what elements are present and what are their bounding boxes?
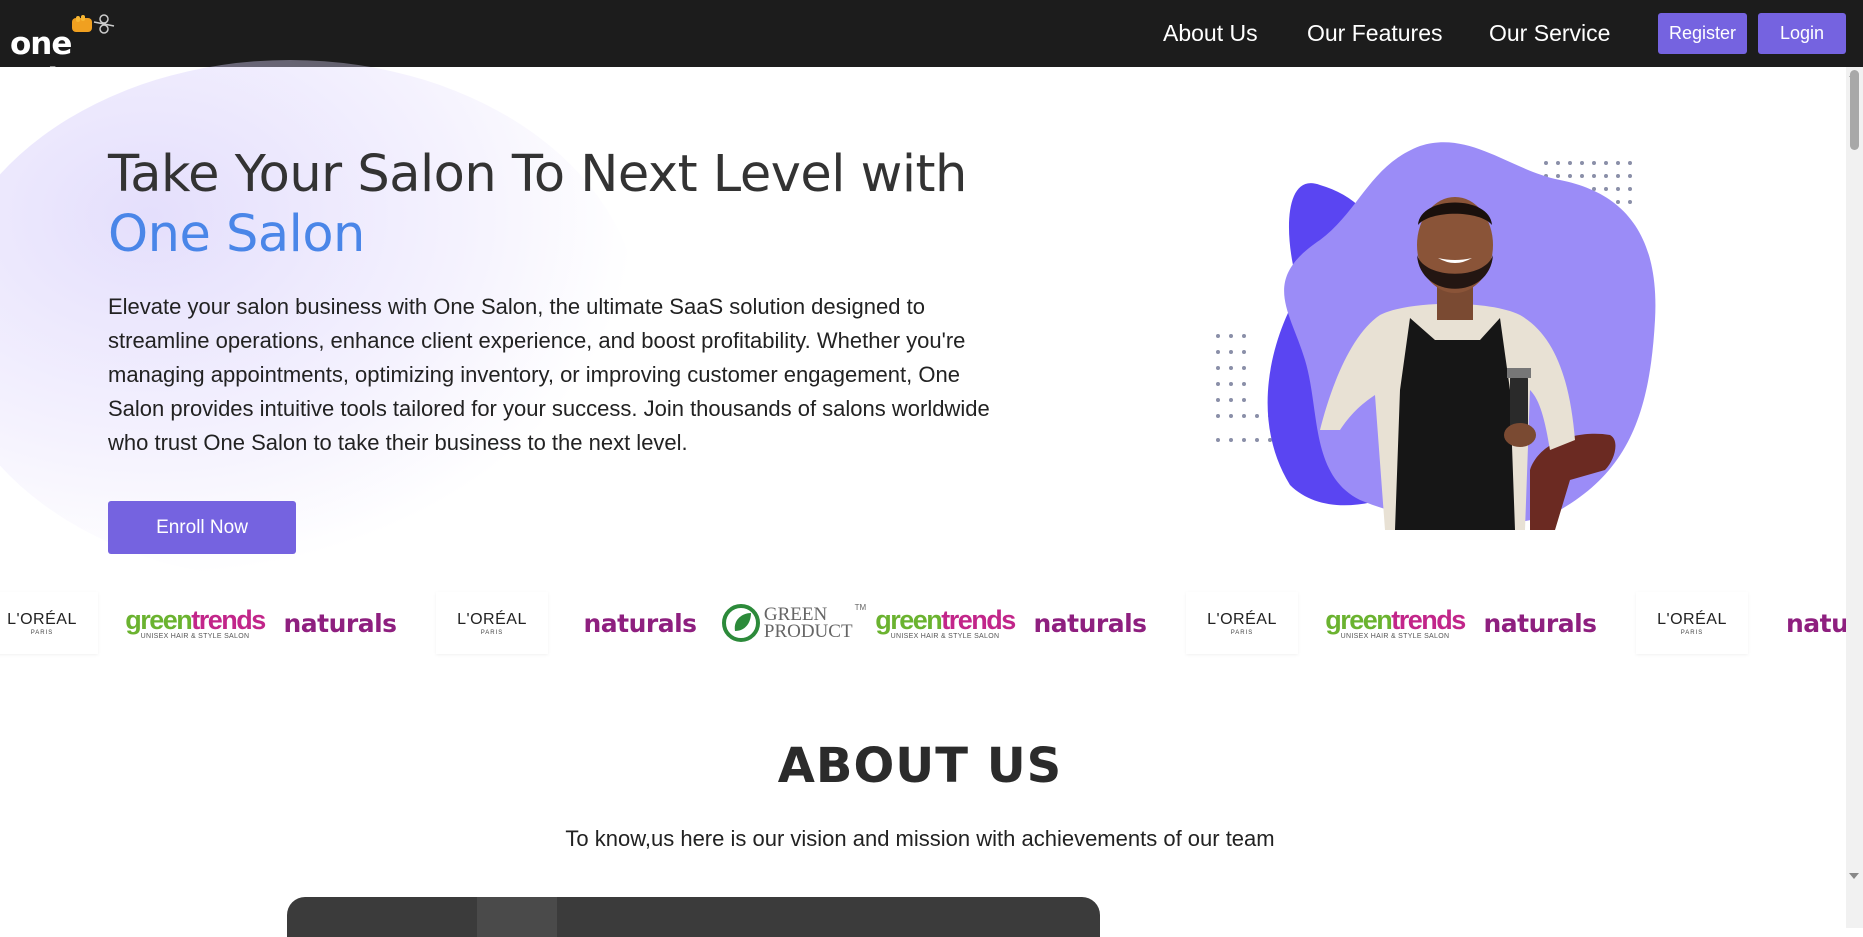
enroll-now-button[interactable]: Enroll Now [108, 501, 296, 554]
hero-description: Elevate your salon business with One Sal… [108, 294, 990, 455]
brand-naturals-name: naturals [1483, 608, 1597, 638]
brand-naturals-logo: naturals [1480, 592, 1600, 654]
brand-green-trends-logo: greentrends UNISEX HAIR & STYLE SALON [1325, 592, 1466, 654]
brand-naturals-logo: naturals [280, 592, 400, 654]
hero-title: Take Your Salon To Next Level with One S… [108, 145, 967, 265]
about-card-image-shade [477, 897, 557, 937]
nav-link-our-features[interactable]: Our Features [1307, 20, 1443, 47]
about-us-heading: ABOUT US [777, 738, 1063, 794]
vertical-scrollbar[interactable] [1846, 67, 1863, 928]
brand-gt-pink: trends [191, 604, 266, 635]
hero-title-accent: One Salon [108, 205, 365, 264]
nav-link-our-service[interactable]: Our Service [1489, 20, 1610, 47]
brand-naturals-logo: naturals [580, 592, 700, 654]
brand-gt-green: green [1325, 604, 1393, 635]
brand-naturals-logo-partial: natu [1786, 592, 1846, 654]
brand-green-trends-logo: greentrends UNISEX HAIR & STYLE SALON [125, 592, 266, 654]
nav-link-about-us[interactable]: About Us [1163, 20, 1258, 47]
brand-loreal-sub: PARIS [480, 629, 504, 636]
login-button[interactable]: Login [1758, 13, 1846, 54]
register-button[interactable]: Register [1658, 13, 1747, 54]
brand-loreal-logo: L'ORÉAL PARIS [0, 592, 98, 654]
dot-grid-left-icon [1216, 334, 1272, 442]
brand-gt-pink: trends [941, 604, 1016, 635]
brand-naturals-name: naturals [1033, 608, 1147, 638]
top-navbar: one salon About Us Our Features Our Serv… [0, 0, 1863, 98]
brand-naturals-logo: naturals [1030, 592, 1150, 654]
brand-naturals-name: naturals [583, 608, 697, 638]
hero-title-line: Take Your Salon To Next Level with [108, 145, 967, 204]
brand-loreal-name: L'ORÉAL [1657, 610, 1727, 628]
brand-gt-pink: trends [1391, 604, 1466, 635]
brand-loreal-sub: PARIS [1680, 629, 1704, 636]
scrollbar-thumb[interactable] [1850, 70, 1859, 150]
hero-barber-illustration [1216, 142, 1656, 530]
about-us-image-card [287, 897, 1100, 937]
brand-naturals-name: naturals [283, 608, 397, 638]
about-us-subtitle: To know,us here is our vision and missio… [565, 826, 1275, 851]
brand-loreal-sub: PARIS [30, 629, 54, 636]
brand-green-product-logo: GREEN PRODUCT TM [721, 592, 866, 654]
brand-loreal-name: L'ORÉAL [1207, 610, 1277, 628]
one-salon-logo[interactable]: one salon [10, 10, 160, 98]
brand-green-trends-logo: greentrends UNISEX HAIR & STYLE SALON [875, 592, 1016, 654]
brand-gp-tm: TM [854, 603, 867, 612]
brand-loreal-name: L'ORÉAL [7, 610, 77, 628]
brand-loreal-logo: L'ORÉAL PARIS [1636, 592, 1748, 654]
brand-loreal-logo: L'ORÉAL PARIS [436, 592, 548, 654]
brand-gt-sub: UNISEX HAIR & STYLE SALON [890, 632, 1000, 640]
brand-gt-sub: UNISEX HAIR & STYLE SALON [140, 632, 250, 640]
brand-loreal-logo: L'ORÉAL PARIS [1186, 592, 1298, 654]
brand-naturals-partial-name: natu [1786, 608, 1846, 638]
brand-gt-sub: UNISEX HAIR & STYLE SALON [1340, 632, 1450, 640]
green-leaf-icon [721, 604, 760, 642]
brand-loreal-sub: PARIS [1230, 629, 1254, 636]
scroll-down-icon[interactable] [1849, 873, 1859, 879]
brand-loreal-name: L'ORÉAL [457, 610, 527, 628]
brand-gt-green: green [875, 604, 943, 635]
brand-gp-line2: PRODUCT [763, 621, 853, 642]
brand-gt-green: green [125, 604, 193, 635]
